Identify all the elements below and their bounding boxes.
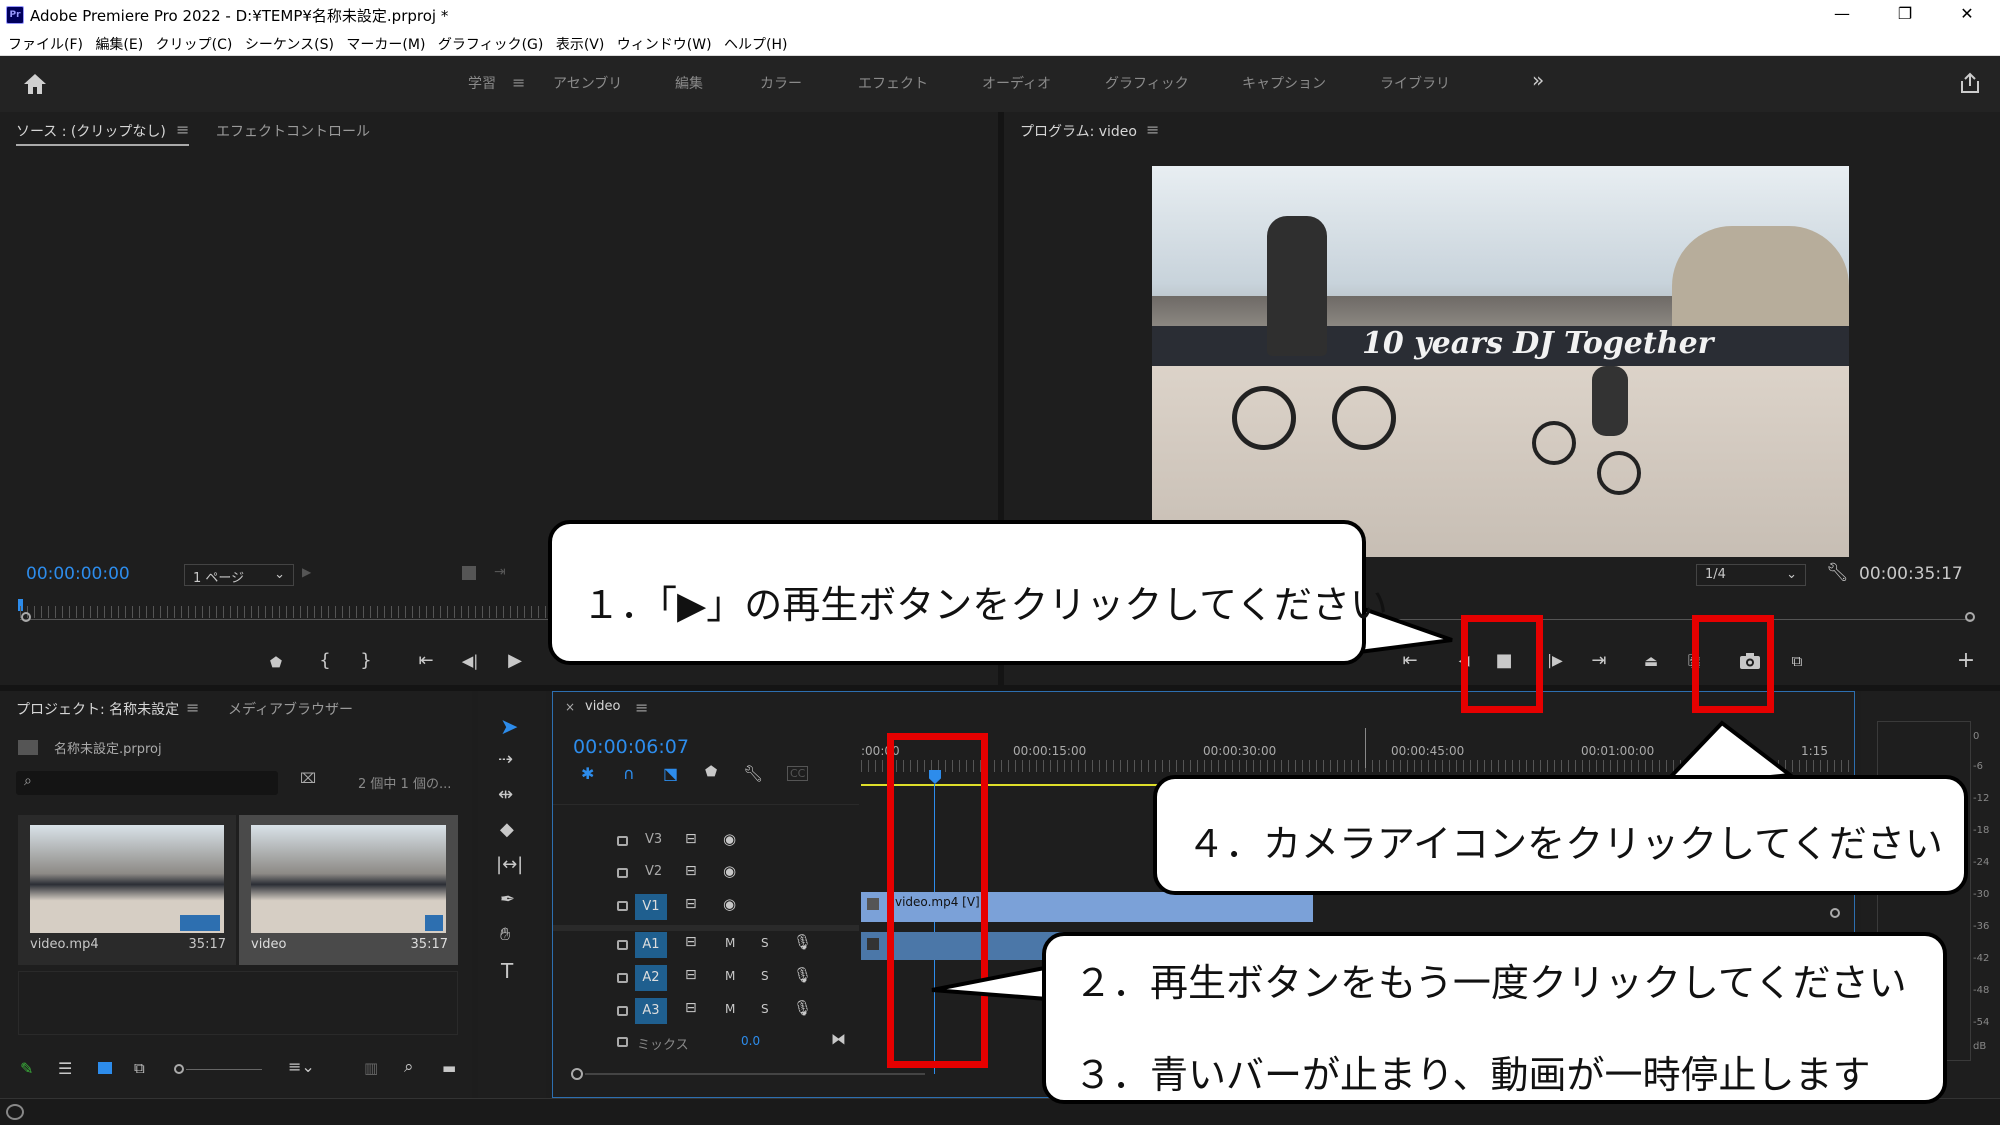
callout-2-text: ２．再生ボタンをもう一度クリックしてください [1074, 961, 1907, 1005]
callout-1: １．「▶」の再生ボタンをクリックしてください [548, 520, 1388, 665]
callout-4: ４．カメラアイコンをクリックしてください [1153, 775, 1968, 895]
callout-2-pointer [931, 962, 1062, 1003]
callout-2-3: ２．再生ボタンをもう一度クリックしてください ３．青いバーが止まり、動画が一時停… [1042, 932, 1947, 1104]
callout-1-text: １．「▶」の再生ボタンをクリックしてください [582, 583, 1388, 627]
callout-4-text: ４．カメラアイコンをクリックしてください [1187, 822, 1943, 866]
callout-3-text: ３．青いバーが止まり、動画が一時停止します [1074, 1053, 1871, 1097]
